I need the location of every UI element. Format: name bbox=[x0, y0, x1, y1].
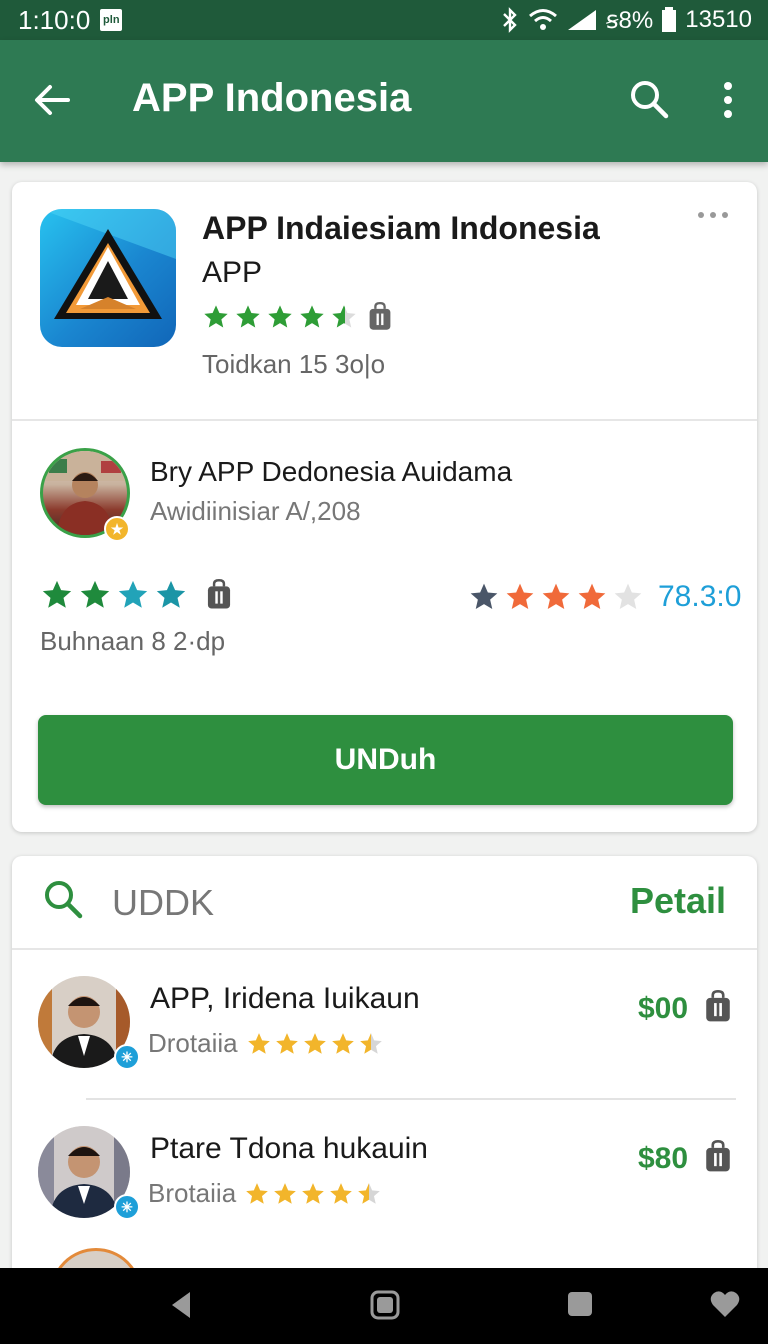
left-rating-stars bbox=[40, 578, 234, 612]
app-name: APP Indaiesiam Indonesia bbox=[202, 210, 600, 246]
star-icon bbox=[303, 1032, 326, 1054]
home-icon[interactable] bbox=[370, 1290, 400, 1320]
back-triangle-icon[interactable] bbox=[170, 1290, 192, 1320]
item-subtitle: Drotaiia bbox=[148, 1028, 238, 1058]
half-star-icon bbox=[358, 1182, 380, 1204]
rating-value: 78.3:0 bbox=[658, 580, 742, 613]
app-bar-title: APP Indonesia bbox=[132, 76, 412, 120]
arrow-back-icon[interactable] bbox=[30, 78, 74, 122]
half-star-icon bbox=[359, 1032, 382, 1054]
star-icon bbox=[578, 583, 606, 609]
star-icon bbox=[118, 580, 148, 608]
item-title: Ptare Tdona hukauin bbox=[150, 1132, 428, 1165]
star-icon bbox=[300, 305, 324, 328]
star-icon bbox=[331, 1032, 354, 1054]
empty-star-icon bbox=[614, 583, 642, 609]
star-icon bbox=[268, 305, 292, 328]
navigation-bar bbox=[0, 1268, 768, 1344]
list-item[interactable]: ✳ APP, Iridena Iuikaun Drotaiia $00 bbox=[12, 976, 757, 1106]
heart-icon[interactable] bbox=[710, 1290, 740, 1318]
status-left: 1:10:0 pln bbox=[18, 4, 123, 36]
search-query[interactable]: UDDK bbox=[112, 882, 214, 924]
star-icon bbox=[330, 1182, 352, 1204]
recents-icon[interactable] bbox=[566, 1290, 594, 1318]
verified-badge-icon: ✳ bbox=[114, 1194, 140, 1220]
app-logo-icon[interactable] bbox=[40, 209, 176, 347]
bluetooth-icon bbox=[503, 7, 517, 33]
item-price: $80 bbox=[638, 1142, 689, 1175]
verified-badge-icon: ✳ bbox=[114, 1044, 140, 1070]
star-icon bbox=[80, 580, 110, 608]
battery-icon bbox=[662, 7, 677, 32]
star-icon bbox=[506, 583, 534, 609]
item-rating-stars bbox=[246, 1031, 384, 1057]
search-icon[interactable] bbox=[628, 78, 670, 120]
item-subtitle-row: Drotaiia bbox=[148, 1028, 384, 1059]
status-time: 1:10:0 bbox=[18, 4, 91, 35]
related-apps-card: UDDK Petail ✳ APP, Iridena Iuikaun Drota… bbox=[12, 856, 757, 1286]
shopping-bag-icon[interactable] bbox=[702, 990, 734, 1024]
star-icon bbox=[274, 1182, 296, 1204]
star-icon bbox=[275, 1032, 298, 1054]
download-count: Toidkan 15 3o|o bbox=[202, 349, 386, 379]
signal-icon bbox=[568, 10, 597, 30]
star-icon bbox=[470, 583, 498, 609]
battery-percent: ꞩ8% bbox=[606, 6, 654, 34]
status-number: 13510 bbox=[685, 6, 752, 33]
status-bar: 1:10:0 pln ꞩ8% 13510 bbox=[0, 0, 768, 40]
download-button[interactable]: UNDuh bbox=[38, 715, 733, 805]
star-icon bbox=[246, 1182, 268, 1204]
app-bar: APP Indonesia bbox=[0, 40, 768, 162]
right-rating-stars: 78.3:0 bbox=[468, 580, 741, 614]
app-details-card: APP Indaiesiam Indonesia APP Toidkan 15 … bbox=[12, 182, 757, 832]
star-icon bbox=[542, 583, 570, 609]
half-star-icon bbox=[332, 305, 356, 328]
wifi-icon bbox=[529, 9, 558, 30]
item-title: APP, Iridena Iuikaun bbox=[150, 982, 420, 1015]
status-right: ꞩ8% 13510 bbox=[500, 6, 752, 35]
shopping-bag-icon bbox=[207, 579, 231, 609]
card-divider bbox=[12, 419, 757, 421]
more-vert-icon[interactable] bbox=[716, 78, 740, 122]
item-subtitle: Brotaiia bbox=[148, 1178, 237, 1208]
star-icon bbox=[156, 580, 186, 608]
search-icon[interactable] bbox=[42, 878, 84, 920]
detail-link[interactable]: Petail bbox=[630, 880, 726, 922]
star-icon bbox=[42, 580, 72, 608]
item-rating-stars bbox=[244, 1181, 382, 1207]
star-icon bbox=[236, 305, 260, 328]
star-badge-icon: ★ bbox=[104, 516, 130, 542]
star-icon bbox=[204, 305, 228, 328]
app-subtitle: APP bbox=[202, 256, 263, 289]
shopping-bag-icon bbox=[369, 302, 391, 330]
list-divider bbox=[86, 1098, 736, 1100]
star-icon bbox=[302, 1182, 324, 1204]
card-divider bbox=[12, 948, 757, 950]
item-price: $00 bbox=[638, 992, 689, 1025]
size-text: Buhnaan 8 2·dp bbox=[40, 626, 226, 656]
item-subtitle-row: Brotaiia bbox=[148, 1178, 382, 1209]
shopping-bag-icon[interactable] bbox=[702, 1140, 734, 1174]
star-icon bbox=[247, 1032, 270, 1054]
developer-subtitle: Awidiinisiar A/,208 bbox=[150, 496, 361, 526]
card-more-icon[interactable] bbox=[698, 212, 728, 218]
list-item[interactable]: ✳ Ptare Tdona hukauin Brotaiia $80 bbox=[12, 1126, 757, 1256]
notification-icon: pln bbox=[100, 9, 123, 31]
app-rating-stars bbox=[202, 302, 394, 332]
developer-name: Bry APP Dedonesia Auidama bbox=[150, 456, 513, 487]
